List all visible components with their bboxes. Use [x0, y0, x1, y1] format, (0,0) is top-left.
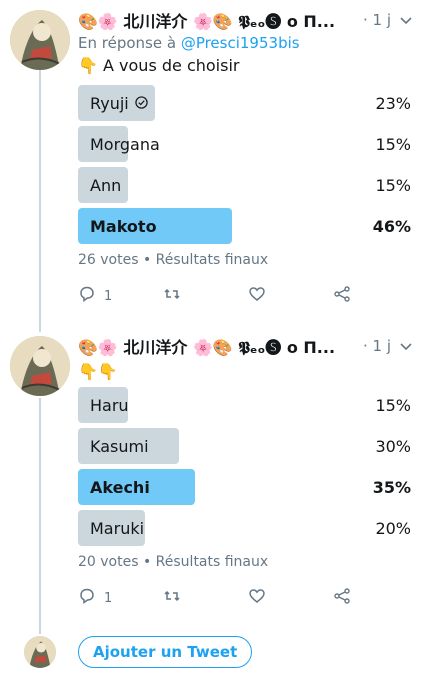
reply-count: 1 [104, 590, 113, 606]
add-tweet-button[interactable]: Ajouter un Tweet [78, 636, 253, 668]
tweet[interactable]: 🎨🌸 北川洋介 🌸🎨 𝕻ₑₒ🅢 ο Π... · 1 j 👇👇 Haru 15%… [78, 334, 413, 610]
tweet-text: 👇 A vous de choisir [78, 56, 240, 75]
poll-option-label: Akechi [90, 477, 150, 497]
poll: Ryuji 23% Morgana 15% Ann 15% Makoto 46% [78, 85, 413, 244]
like-icon [248, 285, 266, 307]
tweet-actions: 1 [78, 284, 413, 308]
poll-percent: 15% [375, 395, 411, 415]
tweet-text: 👇👇 [78, 362, 118, 381]
poll-option: Morgana 15% [78, 126, 413, 162]
retweet-button[interactable] [163, 285, 248, 307]
avatar[interactable] [10, 336, 70, 396]
share-button[interactable] [333, 285, 351, 307]
reply-icon [78, 587, 96, 609]
chevron-down-icon[interactable] [399, 13, 413, 27]
poll-percent: 20% [375, 518, 411, 538]
poll-option-label: Kasumi [90, 436, 149, 456]
poll-percent: 23% [375, 93, 411, 113]
poll-percent: 15% [375, 175, 411, 195]
poll-option: Maruki 20% [78, 510, 413, 546]
poll-option-label: Maruki [90, 518, 145, 538]
poll-option: Ryuji 23% [78, 85, 413, 121]
reply-handle-link[interactable]: @Presci1953bis [181, 34, 300, 52]
reply-count: 1 [104, 288, 113, 304]
like-button[interactable] [248, 285, 333, 307]
retweet-button[interactable] [163, 587, 248, 609]
poll-meta: 20 votes • Résultats finaux [78, 554, 269, 570]
poll-option: Makoto 46% [78, 208, 413, 244]
like-icon [248, 587, 266, 609]
author-name[interactable]: 🎨🌸 北川洋介 🌸🎨 𝕻ₑₒ🅢 ο Π... [78, 334, 335, 358]
timestamp[interactable]: · 1 j [363, 11, 391, 29]
reply-button[interactable]: 1 [78, 285, 163, 307]
poll-meta: 26 votes • Résultats finaux [78, 252, 269, 268]
poll-option-label: Morgana [90, 134, 160, 154]
tweet[interactable]: 🎨🌸 北川洋介 🌸🎨 𝕻ₑₒ🅢 ο Π... · 1 j En réponse … [78, 8, 413, 308]
retweet-icon [163, 285, 181, 307]
share-icon [333, 285, 351, 307]
thread-line [39, 70, 41, 332]
chevron-down-icon[interactable] [399, 339, 413, 353]
poll-percent: 46% [372, 216, 411, 236]
reply-button[interactable]: 1 [78, 587, 163, 609]
poll-option-label: Makoto [90, 216, 157, 236]
retweet-icon [163, 587, 181, 609]
poll-option: Haru 15% [78, 387, 413, 423]
reply-context: En réponse à @Presci1953bis [78, 34, 300, 52]
author-name[interactable]: 🎨🌸 北川洋介 🌸🎨 𝕻ₑₒ🅢 ο Π... [78, 8, 335, 32]
poll: Haru 15% Kasumi 30% Akechi 35% Maruki 20… [78, 387, 413, 546]
tweet-header: 🎨🌸 北川洋介 🌸🎨 𝕻ₑₒ🅢 ο Π... · 1 j [78, 334, 413, 358]
poll-option-label: Ann [90, 175, 122, 195]
poll-option-label: Haru [90, 395, 129, 415]
timestamp[interactable]: · 1 j [363, 337, 391, 355]
poll-option-label: Ryuji [90, 93, 129, 113]
avatar[interactable] [10, 10, 70, 70]
poll-percent: 30% [375, 436, 411, 456]
thread-line [39, 398, 41, 634]
tweet-actions: 1 [78, 586, 413, 610]
avatar [24, 636, 56, 668]
poll-percent: 15% [375, 134, 411, 154]
poll-option: Ann 15% [78, 167, 413, 203]
poll-option: Akechi 35% [78, 469, 413, 505]
share-icon [333, 587, 351, 609]
share-button[interactable] [333, 587, 351, 609]
poll-percent: 35% [372, 477, 411, 497]
check-circle-icon [135, 94, 148, 113]
like-button[interactable] [248, 587, 333, 609]
reply-icon [78, 285, 96, 307]
poll-option: Kasumi 30% [78, 428, 413, 464]
tweet-header: 🎨🌸 北川洋介 🌸🎨 𝕻ₑₒ🅢 ο Π... · 1 j [78, 8, 413, 32]
